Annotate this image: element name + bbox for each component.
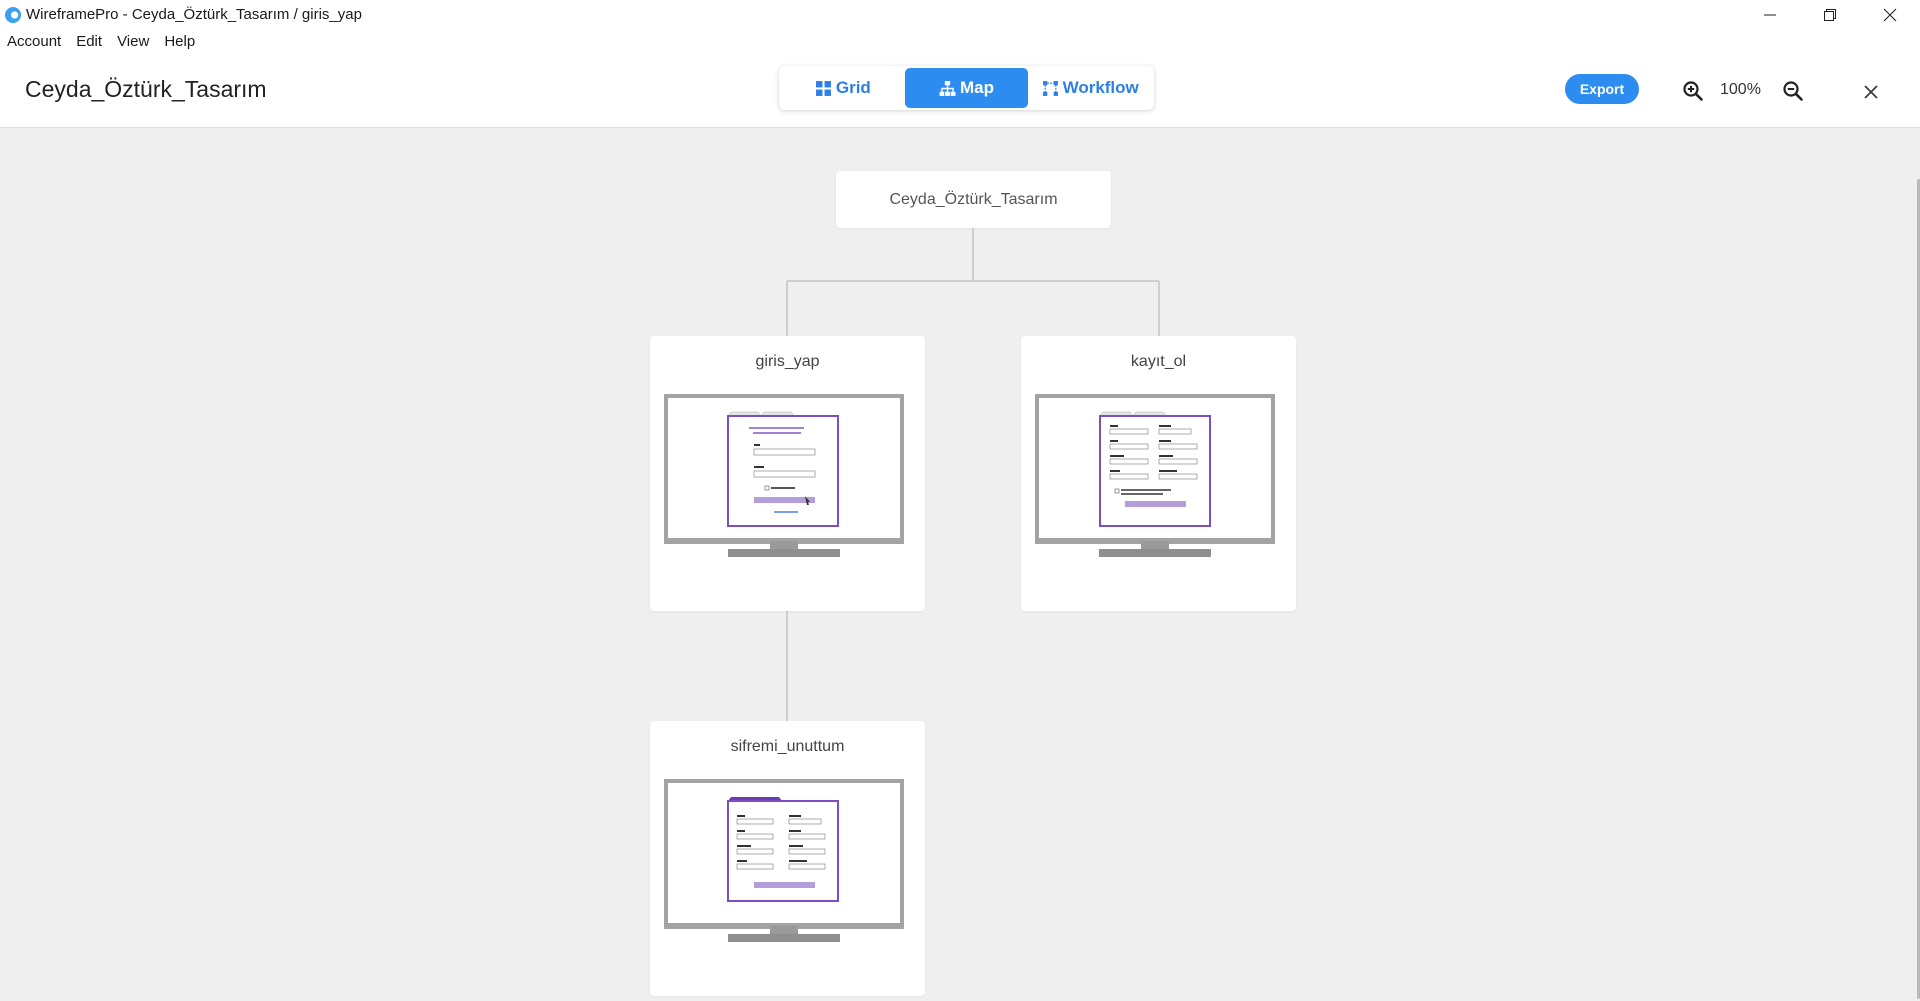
page-card-sifremi-unuttum[interactable]: sifremi_unuttum [650, 721, 925, 996]
tab-grid-label: Grid [835, 78, 871, 97]
title-bar: WireframePro - Ceyda_Öztürk_Tasarım / gi… [0, 0, 1920, 29]
map-header: Ceyda_Öztürk_Tasarım Grid Map Workflow E… [0, 54, 1920, 128]
minimize-button[interactable] [1740, 0, 1800, 29]
minimize-icon [1764, 14, 1776, 15]
close-map-icon[interactable] [1862, 83, 1880, 101]
canvas-scrollbar[interactable] [1914, 129, 1920, 1001]
page-card-title: giris_yap [755, 353, 820, 370]
page-thumbnail [664, 779, 904, 942]
page-thumbnail [1035, 394, 1275, 557]
menu-help[interactable]: Help [164, 33, 195, 50]
restore-icon [1824, 8, 1836, 21]
menu-bar: Account Edit View Help [0, 29, 1920, 54]
page-card-title: kayıt_ol [1130, 353, 1187, 370]
restore-button[interactable] [1800, 0, 1860, 29]
menu-view[interactable]: View [117, 33, 149, 50]
tab-grid[interactable]: Grid [781, 68, 905, 108]
tab-map-label: Map [960, 78, 994, 97]
map-root-node[interactable]: Ceyda_Öztürk_Tasarım [836, 171, 1111, 228]
close-window-button[interactable] [1860, 0, 1920, 29]
grid-icon [815, 80, 831, 96]
page-card-title: sifremi_unuttum [730, 738, 845, 755]
map-canvas[interactable]: Ceyda_Öztürk_Tasarım giris_yap kayıt_ol [0, 129, 1920, 1001]
window-title: WireframePro - Ceyda_Öztürk_Tasarım / gi… [26, 6, 362, 23]
project-title: Ceyda_Öztürk_Tasarım [25, 76, 267, 102]
tab-workflow[interactable]: Workflow [1028, 68, 1152, 108]
zoom-out-icon[interactable] [1682, 80, 1704, 102]
page-card-giris-yap[interactable]: giris_yap [650, 336, 925, 611]
tab-workflow-label: Workflow [1062, 78, 1139, 97]
export-button[interactable]: Export [1565, 74, 1639, 104]
tab-map[interactable]: Map [904, 68, 1029, 108]
app-logo-icon [5, 6, 21, 23]
workflow-icon [1042, 80, 1058, 96]
page-card-kayit-ol[interactable]: kayıt_ol [1021, 336, 1296, 611]
sitemap-icon [939, 80, 956, 96]
window-controls [1740, 0, 1920, 29]
zoom-in-icon[interactable] [1782, 80, 1804, 102]
menu-edit[interactable]: Edit [76, 33, 102, 50]
close-icon [1883, 8, 1897, 21]
view-switcher: Grid Map Workflow [779, 66, 1154, 110]
zoom-level: 100% [1720, 81, 1761, 98]
page-thumbnail [664, 394, 904, 557]
menu-account[interactable]: Account [7, 33, 61, 50]
map-connectors [786, 228, 1160, 721]
